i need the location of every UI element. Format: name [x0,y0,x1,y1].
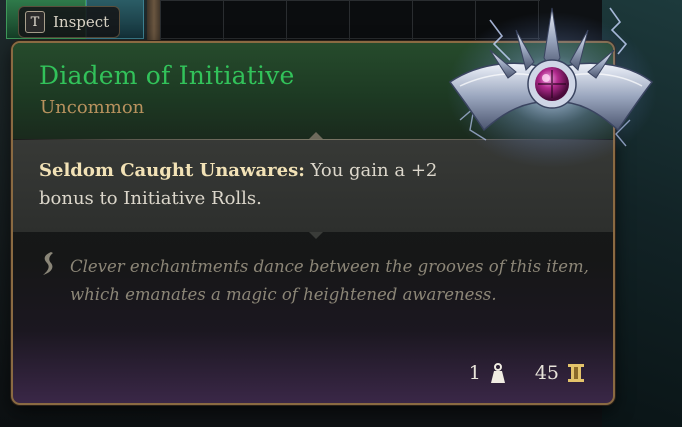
flavor-text: Clever enchantments dance between the gr… [70,257,589,304]
quill-icon [43,252,53,275]
diadem-image [447,7,657,168]
divider-notch [309,232,323,239]
inspect-hint[interactable]: T Inspect [18,6,121,38]
gold-icon [568,364,584,382]
item-name: Diadem of Initiative [39,61,295,90]
divider-notch [309,132,323,139]
property-name: Seldom Caught Unawares: [39,160,305,181]
gold-value: 45 [534,362,559,384]
item-stats: 1 45 [469,361,585,385]
inspect-label: Inspect [53,13,110,31]
weight-icon [490,363,505,383]
weight-value: 1 [468,362,481,384]
keybind-key: T [25,11,45,33]
item-rarity: Uncommon [40,97,145,118]
property-text: Seldom Caught Unawares: You gain a +2 bo… [39,157,459,213]
